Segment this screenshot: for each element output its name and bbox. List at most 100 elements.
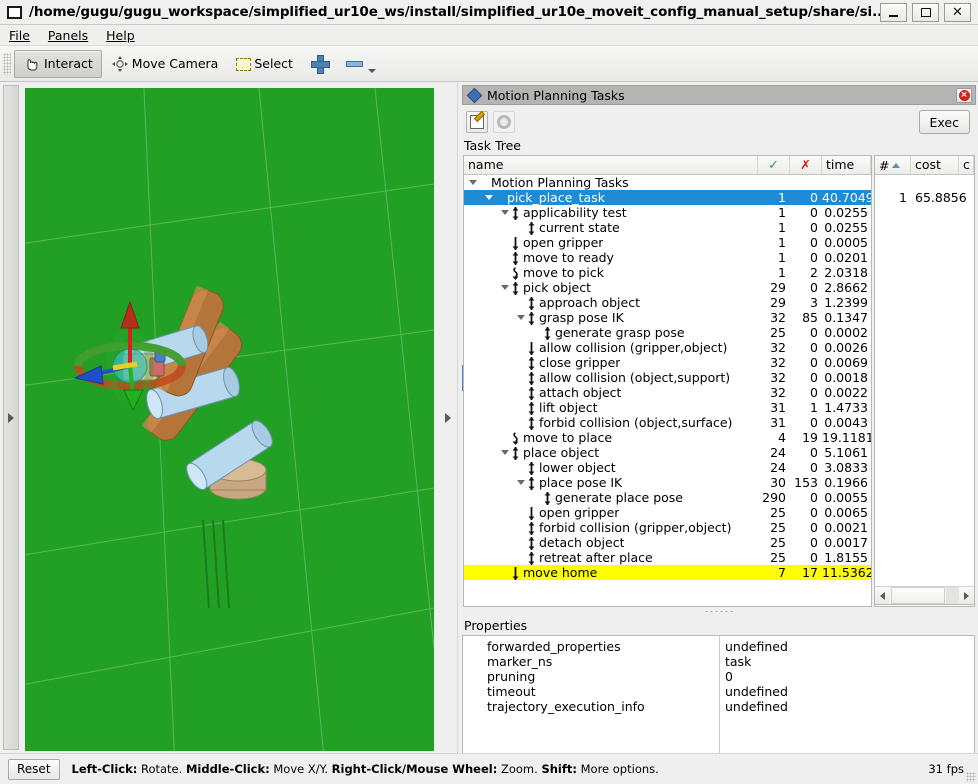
scroll-thumb[interactable] xyxy=(891,587,945,604)
resize-grip[interactable] xyxy=(966,772,976,782)
solution-table-hscrollbar[interactable] xyxy=(874,586,975,605)
failure-count: 153 xyxy=(794,475,818,490)
fps-counter: 31 fps xyxy=(928,762,964,776)
tree-expander-open-icon[interactable] xyxy=(499,280,510,295)
panel-close-button[interactable]: × xyxy=(956,87,972,103)
table-row[interactable]: move home 7 17 11.5362 xyxy=(464,565,871,580)
column-header-name[interactable]: name xyxy=(464,156,758,174)
table-row[interactable]: lift object 31 1 1.4733 xyxy=(464,400,871,415)
column-header-success[interactable]: ✓ xyxy=(758,156,790,174)
tree-expander-open-icon[interactable] xyxy=(467,175,478,190)
task-row-name-cell: allow collision (gripper,object) xyxy=(464,340,758,355)
property-key: timeout xyxy=(487,684,536,699)
table-row[interactable]: generate grasp pose 25 0 0.0002 xyxy=(464,325,871,340)
solution-row xyxy=(875,445,974,460)
table-row[interactable]: move to pick 1 2 2.0318 xyxy=(464,265,871,280)
property-value[interactable]: undefined xyxy=(720,639,974,654)
settings-button[interactable] xyxy=(493,111,515,133)
task-name-label: forbid collision (gripper,object) xyxy=(539,520,732,535)
table-row[interactable]: generate place pose 290 0 0.0055 xyxy=(464,490,871,505)
tool-move-camera[interactable]: Move Camera xyxy=(102,50,228,78)
tool-interact[interactable]: Interact xyxy=(14,49,102,78)
time-value: 40.7049 xyxy=(822,190,872,205)
task-name-label: pick_place_task xyxy=(507,190,605,205)
column-header-cost[interactable]: cost xyxy=(911,156,959,174)
menu-item-panels[interactable]: Panels xyxy=(39,26,97,45)
column-header-time[interactable]: time xyxy=(822,156,871,174)
table-row[interactable]: lower object 24 0 3.0833 xyxy=(464,460,871,475)
stage-type-icon xyxy=(526,505,537,520)
toolbar-grip[interactable] xyxy=(3,52,11,75)
table-row[interactable]: applicability test 1 0 0.0255 xyxy=(464,205,871,220)
table-row[interactable]: move to ready 1 0 0.0201 xyxy=(464,250,871,265)
scroll-left-button[interactable] xyxy=(875,587,890,604)
tree-expander-open-icon[interactable] xyxy=(499,445,510,460)
reset-button[interactable]: Reset xyxy=(8,758,60,780)
table-row[interactable]: attach object 32 0 0.0022 xyxy=(464,385,871,400)
task-name-label: detach object xyxy=(539,535,625,550)
success-count: 1 xyxy=(778,220,786,235)
chevron-right-icon xyxy=(445,412,451,423)
property-value[interactable]: undefined xyxy=(720,684,974,699)
property-value[interactable]: task xyxy=(720,654,974,669)
column-header-comment[interactable]: c xyxy=(959,156,974,174)
exec-button[interactable]: Exec xyxy=(918,110,970,134)
table-row[interactable]: grasp pose IK 32 85 0.1347 xyxy=(464,310,871,325)
table-row[interactable]: detach object 25 0 0.0017 xyxy=(464,535,871,550)
edit-button[interactable] xyxy=(466,111,488,133)
maximize-button[interactable] xyxy=(912,2,939,22)
3d-viewport[interactable] xyxy=(25,88,434,751)
menu-item-file[interactable]: File xyxy=(0,26,39,45)
table-row[interactable]: Motion Planning Tasks xyxy=(464,175,871,190)
tree-expander-open-icon[interactable] xyxy=(515,310,526,325)
task-tree-main-columns[interactable]: name ✓ ✗ time Motion Planning Tasks pick_… xyxy=(463,155,872,607)
property-value[interactable]: 0 xyxy=(720,669,974,684)
tool-add-display[interactable] xyxy=(302,50,337,78)
task-name-label: Motion Planning Tasks xyxy=(491,175,629,190)
scroll-right-button[interactable] xyxy=(959,587,974,604)
table-row[interactable]: forbid collision (object,surface) 31 0 0.00… xyxy=(464,415,871,430)
table-row[interactable]: pick object 29 0 2.8662 xyxy=(464,280,871,295)
table-row[interactable]: retreat after place 25 0 1.8155 xyxy=(464,550,871,565)
table-row[interactable]: forbid collision (gripper,object) 25 0 0.00… xyxy=(464,520,871,535)
tree-expander-placeholder xyxy=(515,370,526,385)
table-row[interactable]: close gripper 32 0 0.0069 xyxy=(464,355,871,370)
chevron-down-icon[interactable] xyxy=(367,68,376,73)
column-header-index[interactable]: # xyxy=(875,156,911,174)
table-row[interactable]: place object 24 0 5.1061 xyxy=(464,445,871,460)
time-value: 0.0018 xyxy=(824,370,868,385)
tool-remove-display[interactable] xyxy=(337,50,385,78)
task-tree: name ✓ ✗ time Motion Planning Tasks pick_… xyxy=(462,155,976,607)
hint-description-label: More options. xyxy=(576,762,659,776)
table-row[interactable]: open gripper 1 0 0.0005 xyxy=(464,235,871,250)
scroll-track[interactable] xyxy=(946,587,959,604)
tree-expander-open-icon[interactable] xyxy=(515,475,526,490)
left-panel-expand-handle[interactable] xyxy=(3,85,19,750)
task-name-label: approach object xyxy=(539,295,640,310)
table-row[interactable]: allow collision (object,support) 32 0 0.001… xyxy=(464,370,871,385)
task-name-label: allow collision (gripper,object) xyxy=(539,340,728,355)
close-button[interactable]: ✕ xyxy=(944,2,971,22)
column-header-failure[interactable]: ✗ xyxy=(790,156,822,174)
table-row[interactable]: open gripper 25 0 0.0065 xyxy=(464,505,871,520)
right-panel-collapse-handle[interactable] xyxy=(440,85,456,750)
table-row[interactable]: current state 1 0 0.0255 xyxy=(464,220,871,235)
horizontal-splitter[interactable] xyxy=(462,607,976,615)
table-row[interactable]: allow collision (gripper,object) 32 0 0.002… xyxy=(464,340,871,355)
minimize-button[interactable] xyxy=(880,2,907,22)
menu-item-help[interactable]: Help xyxy=(97,26,144,45)
task-tree-solution-columns[interactable]: # cost c 1 65.8856 xyxy=(874,155,975,607)
tree-expander-open-icon[interactable] xyxy=(499,205,510,220)
solution-row xyxy=(875,310,974,325)
solution-row[interactable]: 1 65.8856 xyxy=(875,190,974,205)
property-value[interactable]: undefined xyxy=(720,699,974,714)
table-row[interactable]: approach object 29 3 1.2399 xyxy=(464,295,871,310)
tree-expander-open-icon[interactable] xyxy=(483,190,494,205)
table-row[interactable]: place pose IK 30 153 0.1966 xyxy=(464,475,871,490)
vertical-splitter[interactable] xyxy=(457,82,461,753)
solution-row xyxy=(875,460,974,475)
task-name-label: grasp pose IK xyxy=(539,310,624,325)
table-row[interactable]: pick_place_task 1 0 40.7049 xyxy=(464,190,871,205)
table-row[interactable]: move to place 4 19 19.1181 xyxy=(464,430,871,445)
tool-select[interactable]: Select xyxy=(227,50,302,78)
